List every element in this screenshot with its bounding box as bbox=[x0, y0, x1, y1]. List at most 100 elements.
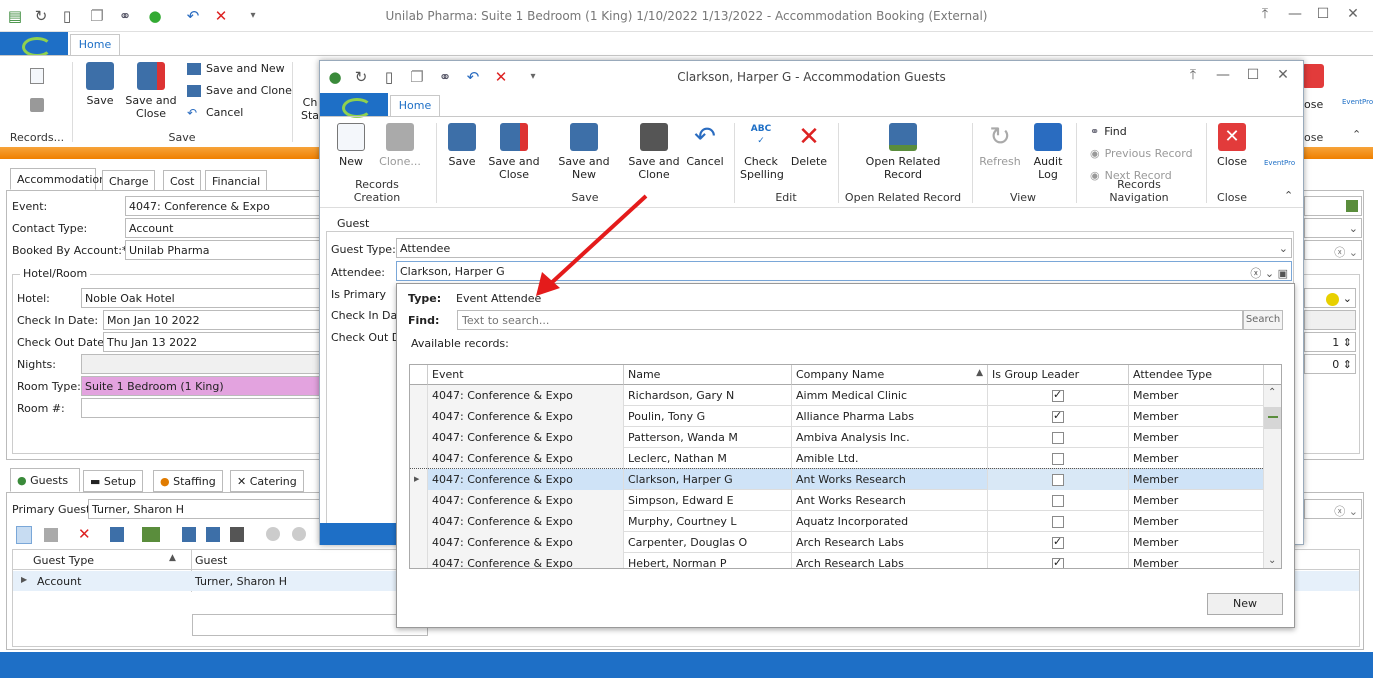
checkbox[interactable] bbox=[1052, 516, 1064, 528]
grid-scrollbar[interactable]: ⌃ ⌄ bbox=[1264, 385, 1281, 568]
hotel-field[interactable]: Noble Oak Hotel bbox=[81, 288, 325, 308]
col-guest-type[interactable]: Guest Type bbox=[33, 554, 94, 567]
nights-field[interactable] bbox=[81, 354, 325, 374]
audit-log-button[interactable]: Audit Log bbox=[1028, 123, 1068, 181]
event-field-end[interactable] bbox=[1304, 196, 1362, 216]
checkbox[interactable] bbox=[1052, 495, 1064, 507]
col-guest[interactable]: Guest bbox=[195, 554, 227, 567]
dialog-save-and-close-button[interactable]: Save and Close bbox=[488, 123, 540, 181]
print-icon[interactable] bbox=[206, 527, 220, 542]
dialog-app-logo[interactable] bbox=[320, 93, 388, 118]
guests-filter-field[interactable] bbox=[192, 614, 428, 636]
checkin-field[interactable]: Mon Jan 10 2022 bbox=[103, 310, 325, 330]
col-attendee-type[interactable]: Attendee Type bbox=[1129, 365, 1264, 385]
contact-type-dropdown[interactable]: ⌄ bbox=[1304, 218, 1362, 238]
attendee-buttons[interactable]: ⓧ ⌄ ▣ bbox=[1250, 265, 1288, 280]
close-window-icon[interactable]: ✕ bbox=[1342, 6, 1364, 22]
col-event[interactable]: Event bbox=[428, 365, 624, 385]
table-row[interactable]: 4047: Conference & Expo Poulin, Tony G All… bbox=[410, 406, 1264, 427]
dialog-save-and-new-button[interactable]: Save and New bbox=[548, 123, 620, 181]
primary-guest-field[interactable]: Turner, Sharon H bbox=[88, 499, 320, 519]
new-button[interactable]: New bbox=[334, 123, 368, 168]
warning-icon[interactable] bbox=[1326, 292, 1340, 306]
checkbox[interactable] bbox=[1052, 409, 1064, 423]
partial-status-button[interactable]: Ch Sta bbox=[300, 96, 320, 122]
checkout-field[interactable]: Thu Jan 13 2022 bbox=[103, 332, 325, 352]
table-row[interactable]: 4047: Conference & Expo Hebert, Norman PA… bbox=[410, 553, 1264, 568]
hotel-field-end[interactable]: ⌄ bbox=[1304, 288, 1356, 308]
find-button[interactable]: ⚭ Find bbox=[1090, 125, 1127, 138]
cancel-button[interactable]: ↶ Cancel bbox=[187, 106, 243, 120]
collapse-ribbon-icon[interactable]: ⌃ bbox=[1284, 189, 1293, 202]
restore-icon[interactable]: ⤒ bbox=[1182, 67, 1204, 83]
scroll-down-icon[interactable]: ⌄ bbox=[1268, 555, 1276, 566]
refresh-button[interactable]: ↻ Refresh bbox=[978, 123, 1022, 168]
maximize-icon[interactable]: ☐ bbox=[1242, 67, 1264, 83]
booked-by-field[interactable]: Unilab Pharma bbox=[125, 240, 325, 260]
table-row[interactable]: 4047: Conference & Expo Simpson, Edward E… bbox=[410, 490, 1264, 511]
dialog-tab-home[interactable]: Home bbox=[390, 95, 440, 117]
tab-home[interactable]: Home bbox=[70, 34, 120, 56]
table-row[interactable]: 4047: Conference & Expo Patterson, Wanda … bbox=[410, 427, 1264, 448]
spin-field-1[interactable]: 1 ⇕ bbox=[1304, 332, 1356, 352]
export-icon[interactable] bbox=[182, 527, 196, 542]
dialog-cancel-button[interactable]: ↶ Cancel bbox=[686, 123, 724, 168]
dialog-save-and-clone-button[interactable]: Save and Clone bbox=[628, 123, 680, 181]
checkbox[interactable] bbox=[1052, 535, 1064, 549]
move-up-icon[interactable] bbox=[266, 527, 280, 541]
tab-catering[interactable]: ✕ Catering bbox=[230, 470, 304, 492]
checkbox[interactable] bbox=[1052, 474, 1064, 486]
tab-charge[interactable]: Charge bbox=[102, 170, 156, 191]
table-row[interactable]: ▶ 4047: Conference & Expo Clarkson, Harper… bbox=[410, 468, 1265, 491]
spin-field-2[interactable]: 0 ⇕ bbox=[1304, 354, 1356, 374]
save-button[interactable]: Save bbox=[82, 62, 118, 107]
collapse-ribbon-icon[interactable]: ⌃ bbox=[1352, 128, 1361, 141]
tab-accommodation[interactable]: Accommodation bbox=[10, 168, 106, 190]
checkin-field-end[interactable] bbox=[1304, 310, 1356, 330]
tab-staffing[interactable]: ● Staffing bbox=[153, 470, 223, 492]
move-down-icon[interactable] bbox=[292, 527, 306, 541]
scroll-up-icon[interactable]: ⌃ bbox=[1268, 387, 1276, 398]
restore-icon[interactable]: ⤒ bbox=[1254, 6, 1276, 22]
clone-button[interactable]: Clone... bbox=[376, 123, 424, 168]
app-menu-logo[interactable] bbox=[0, 32, 68, 57]
dialog-close-button[interactable]: ✕ Close bbox=[1214, 123, 1250, 168]
tab-guests[interactable]: ● Guests bbox=[10, 468, 80, 492]
search-button[interactable]: Search bbox=[1243, 310, 1283, 330]
columns-icon[interactable] bbox=[142, 527, 160, 542]
maximize-icon[interactable]: ☐ bbox=[1312, 6, 1334, 22]
primary-guest-clear[interactable]: ⓧ ⌄ bbox=[1304, 499, 1362, 519]
tab-setup[interactable]: ▬ Setup bbox=[83, 470, 143, 492]
delete-guest-icon[interactable]: ✕ bbox=[78, 525, 91, 543]
new-button[interactable]: New bbox=[1207, 593, 1283, 615]
checkbox[interactable] bbox=[1052, 556, 1064, 568]
table-row[interactable]: 4047: Conference & Expo Murphy, Courtney … bbox=[410, 511, 1264, 532]
room-type-field[interactable]: Suite 1 Bedroom (1 King) bbox=[81, 376, 325, 396]
delete-button[interactable]: ✕ Delete bbox=[788, 123, 830, 168]
checkbox[interactable] bbox=[1052, 432, 1064, 444]
contact-type-field[interactable]: Account bbox=[125, 218, 325, 238]
col-company-name[interactable]: Company Name ▲ bbox=[792, 365, 988, 385]
previous-record-button[interactable]: ◉ Previous Record bbox=[1090, 147, 1193, 160]
save-and-new-button[interactable]: Save and New bbox=[187, 62, 285, 75]
checkbox[interactable] bbox=[1052, 388, 1064, 402]
minimize-icon[interactable]: — bbox=[1284, 6, 1306, 22]
checkbox[interactable] bbox=[1052, 453, 1064, 465]
col-name[interactable]: Name bbox=[624, 365, 792, 385]
close-dialog-icon[interactable]: ✕ bbox=[1272, 67, 1294, 83]
minimize-icon[interactable]: — bbox=[1212, 67, 1234, 83]
new-record-icon[interactable] bbox=[30, 68, 44, 84]
chevron-down-icon[interactable]: ⌄ bbox=[1279, 242, 1288, 255]
clone-guest-icon[interactable] bbox=[44, 528, 58, 542]
dialog-save-button[interactable]: Save bbox=[446, 123, 478, 168]
close-icon[interactable] bbox=[1302, 64, 1324, 88]
clone-record-icon[interactable] bbox=[30, 98, 44, 112]
report-icon[interactable] bbox=[230, 527, 244, 542]
table-row[interactable]: 4047: Conference & Expo Leclerc, Nathan M… bbox=[410, 448, 1264, 469]
scroll-thumb[interactable] bbox=[1264, 407, 1281, 429]
event-field[interactable]: 4047: Conference & Expo bbox=[125, 196, 325, 216]
room-no-field[interactable] bbox=[81, 398, 325, 418]
col-is-group-leader[interactable]: Is Group Leader bbox=[988, 365, 1129, 385]
lookup-icon[interactable] bbox=[1346, 200, 1358, 212]
open-related-record-button[interactable]: Open Related Record bbox=[860, 123, 946, 181]
